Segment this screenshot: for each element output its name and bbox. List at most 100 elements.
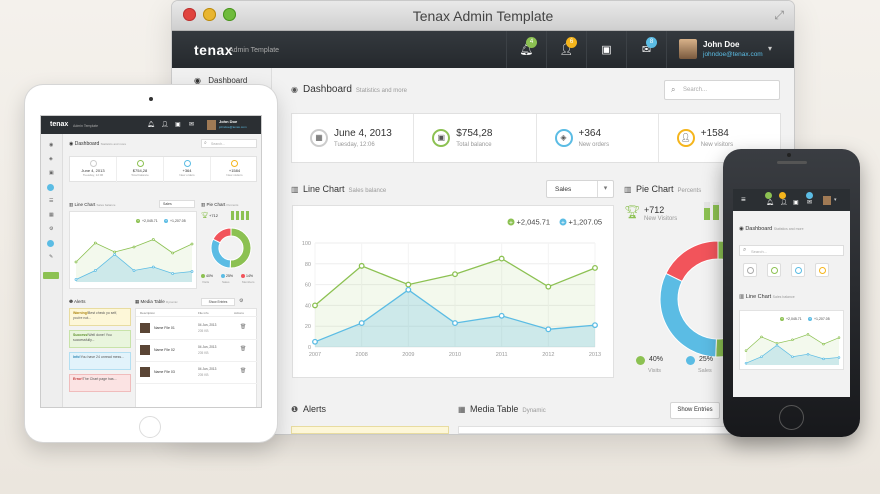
search-input[interactable]: ⌕ Search...: [664, 80, 780, 100]
data-point: [822, 357, 825, 361]
fullscreen-icon[interactable]: ⤢: [774, 8, 784, 23]
file-size: 205 KB: [198, 351, 209, 355]
chat-icon[interactable]: ✎: [49, 254, 53, 260]
line-chart-card: + +2,045.71 + +1,207.05: [69, 211, 197, 289]
tag-icon[interactable]: ◈: [49, 156, 53, 162]
alert-warning: [291, 426, 449, 434]
gear-icon[interactable]: ⚙: [49, 226, 53, 232]
line-chart-card: 0 20 40 60 80 100 2007 2008 2009 2010 2011 2012 2013…: [292, 205, 614, 378]
alert-item[interactable]: Info!You have 24 unread mess...: [69, 352, 131, 370]
show-entries-button[interactable]: Show Entries: [670, 402, 720, 419]
legend-swatch: [201, 274, 205, 278]
users-button[interactable]: 👤︎ 6: [546, 31, 586, 68]
plus-icon: +: [165, 219, 167, 223]
page-title: ◉ Dashboard Statistics and more: [291, 84, 407, 95]
window-titlebar: Tenax Admin Template ⤢: [172, 1, 794, 31]
bell-icon[interactable]: 🔔︎: [147, 121, 155, 128]
media-button[interactable]: ▣: [586, 31, 626, 68]
plus-icon: +: [781, 317, 783, 321]
y-tick-label: 60: [305, 283, 311, 289]
alert-text: The Chart page has...: [82, 377, 117, 381]
picture-icon: [771, 267, 778, 274]
brand-logo[interactable]: tenax: [194, 42, 233, 58]
trash-icon[interactable]: 🗑︎: [240, 346, 246, 352]
tablet-device: tenax Admin Template 🔔︎ 👤︎ ▣ ✉ John Doe …: [25, 85, 277, 442]
calendar-icon: [747, 267, 754, 274]
pie-percent: 40%: [206, 274, 214, 278]
chevron-down-icon: ▾: [767, 44, 772, 53]
legend-label: +2,045.71: [142, 219, 158, 223]
line-chart: 0 20 40 60 80 100 2007 2008 2009 2010 2011 2012 2013…: [302, 218, 603, 358]
file-name: Name File 03: [154, 370, 175, 374]
media-table: Description File info Actions Name File …: [135, 308, 258, 407]
camera-icon: [787, 153, 791, 157]
trophy-icon: 🏆︎: [624, 204, 641, 219]
dashboard-icon[interactable]: ◉: [49, 142, 53, 148]
sidebar-item-dashboard[interactable]: ◉ Dashboard: [194, 76, 247, 85]
picture-icon[interactable]: ▣: [49, 170, 54, 176]
alert-item[interactable]: Warning!Best check yo self, you're not..…: [69, 308, 131, 326]
alerts-title: ❶ Alerts: [291, 404, 327, 414]
stats-bar: June 4, 2013 Tuesday, 12:06 $754,28 Tota…: [69, 156, 257, 183]
series-select[interactable]: Sales ▾: [546, 180, 614, 198]
notifications-button[interactable]: 🔔︎ 4: [506, 31, 546, 68]
alert-item[interactable]: Success!Well done! You successfully...: [69, 330, 131, 348]
brand-logo[interactable]: tenax: [50, 121, 68, 128]
messages-button[interactable]: ✉ 8: [626, 31, 666, 68]
legend-label: +2,045.71: [517, 218, 551, 227]
data-point: [592, 322, 598, 329]
picture-icon[interactable]: ▣: [175, 121, 181, 128]
window-title: Tenax Admin Template: [412, 8, 554, 24]
envelope-icon[interactable]: ✉: [807, 199, 812, 206]
stat-date[interactable]: [743, 263, 757, 277]
trash-icon[interactable]: 🗑︎: [240, 368, 246, 374]
alert-item[interactable]: Error!The Chart page has...: [69, 374, 131, 392]
picture-icon[interactable]: ▣: [793, 199, 799, 206]
bell-icon[interactable]: 🔔︎: [766, 199, 774, 206]
sidebar-item-label: Dashboard: [208, 76, 248, 85]
data-point: [405, 286, 412, 293]
x-tick-label: 2013: [589, 352, 601, 358]
stat-balance[interactable]: [767, 263, 781, 277]
envelope-icon[interactable]: ✉: [189, 121, 194, 128]
list-icon[interactable]: ☰: [49, 198, 53, 204]
home-button[interactable]: [779, 405, 804, 430]
search-icon: ⌕: [204, 140, 207, 146]
user-icon: [231, 160, 238, 167]
search-input[interactable]: ⌕ Search...: [201, 139, 257, 148]
sidebar-toggle-button[interactable]: [43, 272, 59, 279]
file-name: Name File 01: [154, 326, 175, 330]
chevron-down-icon[interactable]: ▾: [834, 197, 837, 203]
user-icon[interactable]: 👤︎: [161, 121, 169, 128]
x-tick-label: 2010: [449, 352, 461, 358]
user-icon[interactable]: 👤︎: [780, 199, 788, 206]
legend-label: +1,207.05: [569, 218, 603, 227]
stat-visitors[interactable]: [815, 263, 829, 277]
data-point: [498, 312, 505, 319]
legend-label: +1,207.05: [170, 219, 186, 223]
users-badge: 6: [566, 37, 577, 48]
calendar-icon: ▦: [310, 129, 328, 147]
top-navbar: tenax Admin Template 🔔︎ 4 👤︎ 6 ▣ ✉ 8 Joh…: [172, 31, 794, 68]
trash-icon[interactable]: 🗑︎: [240, 324, 246, 330]
series-select[interactable]: Sales: [159, 200, 195, 208]
show-entries-button[interactable]: Show Entries: [201, 298, 235, 306]
menu-icon[interactable]: ≡: [741, 195, 746, 204]
table-row: Name File 02 04 Jun, 2013 205 KB 🗑︎: [136, 340, 258, 362]
pie-label: Sales: [222, 280, 230, 284]
user-menu[interactable]: John Doe johndoe@tenax.com ▾: [666, 31, 794, 68]
alert-title: Warning!: [73, 311, 89, 315]
table-icon[interactable]: ▦: [49, 212, 54, 218]
stat-orders[interactable]: [791, 263, 805, 277]
tablet-screen: tenax Admin Template 🔔︎ 👤︎ ▣ ✉ John Doe …: [40, 115, 262, 408]
phone-navbar: ≡ 🔔︎ 👤︎ ▣ ✉ ▾: [733, 189, 850, 211]
user-email: johndoe@tenax.com: [703, 51, 763, 58]
brand-subtitle: Admin Template: [229, 47, 280, 54]
pie-slice-members: [212, 227, 232, 244]
plus-icon: +: [509, 220, 513, 227]
search-input[interactable]: ⌕ Search...: [739, 245, 844, 256]
gear-icon[interactable]: ⚙: [239, 298, 243, 304]
data-point: [791, 338, 794, 342]
home-button[interactable]: [139, 416, 161, 438]
alert-title: Success!: [73, 333, 89, 337]
